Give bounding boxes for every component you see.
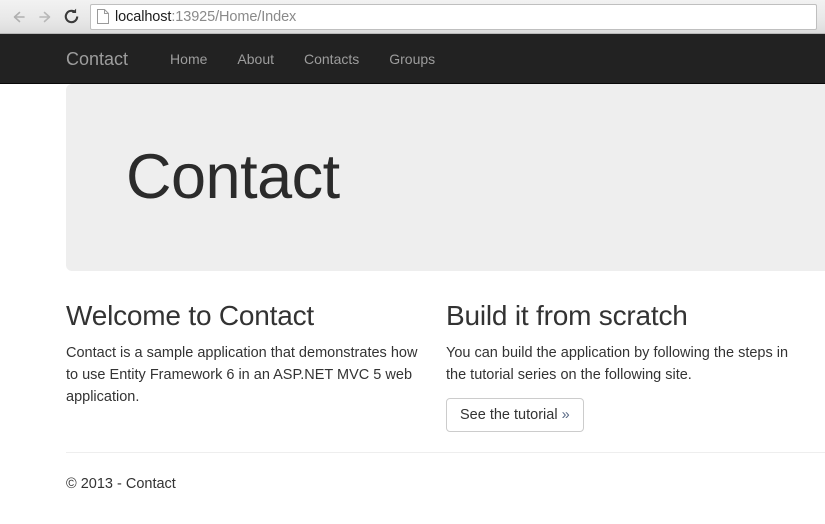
footer-copyright: © 2013 - Contact [66, 475, 176, 492]
build-heading: Build it from scratch [446, 300, 688, 331]
column-welcome: Welcome to Contact Contact is a sample a… [66, 300, 446, 432]
forward-button[interactable] [32, 4, 58, 30]
welcome-heading: Welcome to Contact [66, 300, 314, 331]
double-chevron-right-icon: » [561, 406, 570, 423]
jumbotron: Contact [66, 84, 825, 271]
url-path: :13925/Home/Index [171, 8, 297, 25]
navbar-item-home[interactable]: Home [155, 34, 222, 84]
arrow-right-icon [36, 8, 54, 26]
address-bar-text: localhost:13925/Home/Index [115, 9, 296, 25]
nav-link-home[interactable]: Home [155, 34, 222, 84]
see-tutorial-label: See the tutorial [460, 406, 558, 423]
welcome-body: Contact is a sample application that dem… [66, 344, 418, 405]
column-build: Build it from scratch You can build the … [446, 300, 825, 432]
arrow-left-icon [10, 8, 28, 26]
nav-link-contacts[interactable]: Contacts [289, 34, 374, 84]
url-host: localhost [115, 8, 172, 25]
navbar-menu: Home About Contacts Groups [155, 34, 450, 84]
page-viewport: Contact Home About Contacts Groups Conta… [0, 34, 825, 524]
build-body: You can build the application by followi… [446, 344, 789, 383]
content-row: Welcome to Contact Contact is a sample a… [66, 300, 825, 432]
navbar-item-about[interactable]: About [222, 34, 289, 84]
navbar-brand[interactable]: Contact [66, 49, 128, 69]
navbar-item-contacts[interactable]: Contacts [289, 34, 374, 84]
site-footer: © 2013 - Contact [66, 451, 825, 495]
reload-icon [62, 7, 81, 26]
page-container: Contact Welcome to Contact Contact is a … [66, 84, 825, 495]
site-navbar: Contact Home About Contacts Groups [0, 34, 825, 84]
nav-link-about[interactable]: About [222, 34, 289, 84]
document-icon [97, 9, 109, 24]
see-tutorial-button[interactable]: See the tutorial » [446, 397, 584, 432]
footer-divider [66, 451, 825, 453]
back-button[interactable] [6, 4, 32, 30]
address-bar[interactable]: localhost:13925/Home/Index [90, 3, 817, 30]
page-title: Contact [126, 141, 340, 212]
browser-toolbar: localhost:13925/Home/Index [0, 0, 825, 34]
navbar-item-groups[interactable]: Groups [374, 34, 450, 84]
reload-button[interactable] [58, 4, 84, 30]
nav-link-groups[interactable]: Groups [374, 34, 450, 84]
